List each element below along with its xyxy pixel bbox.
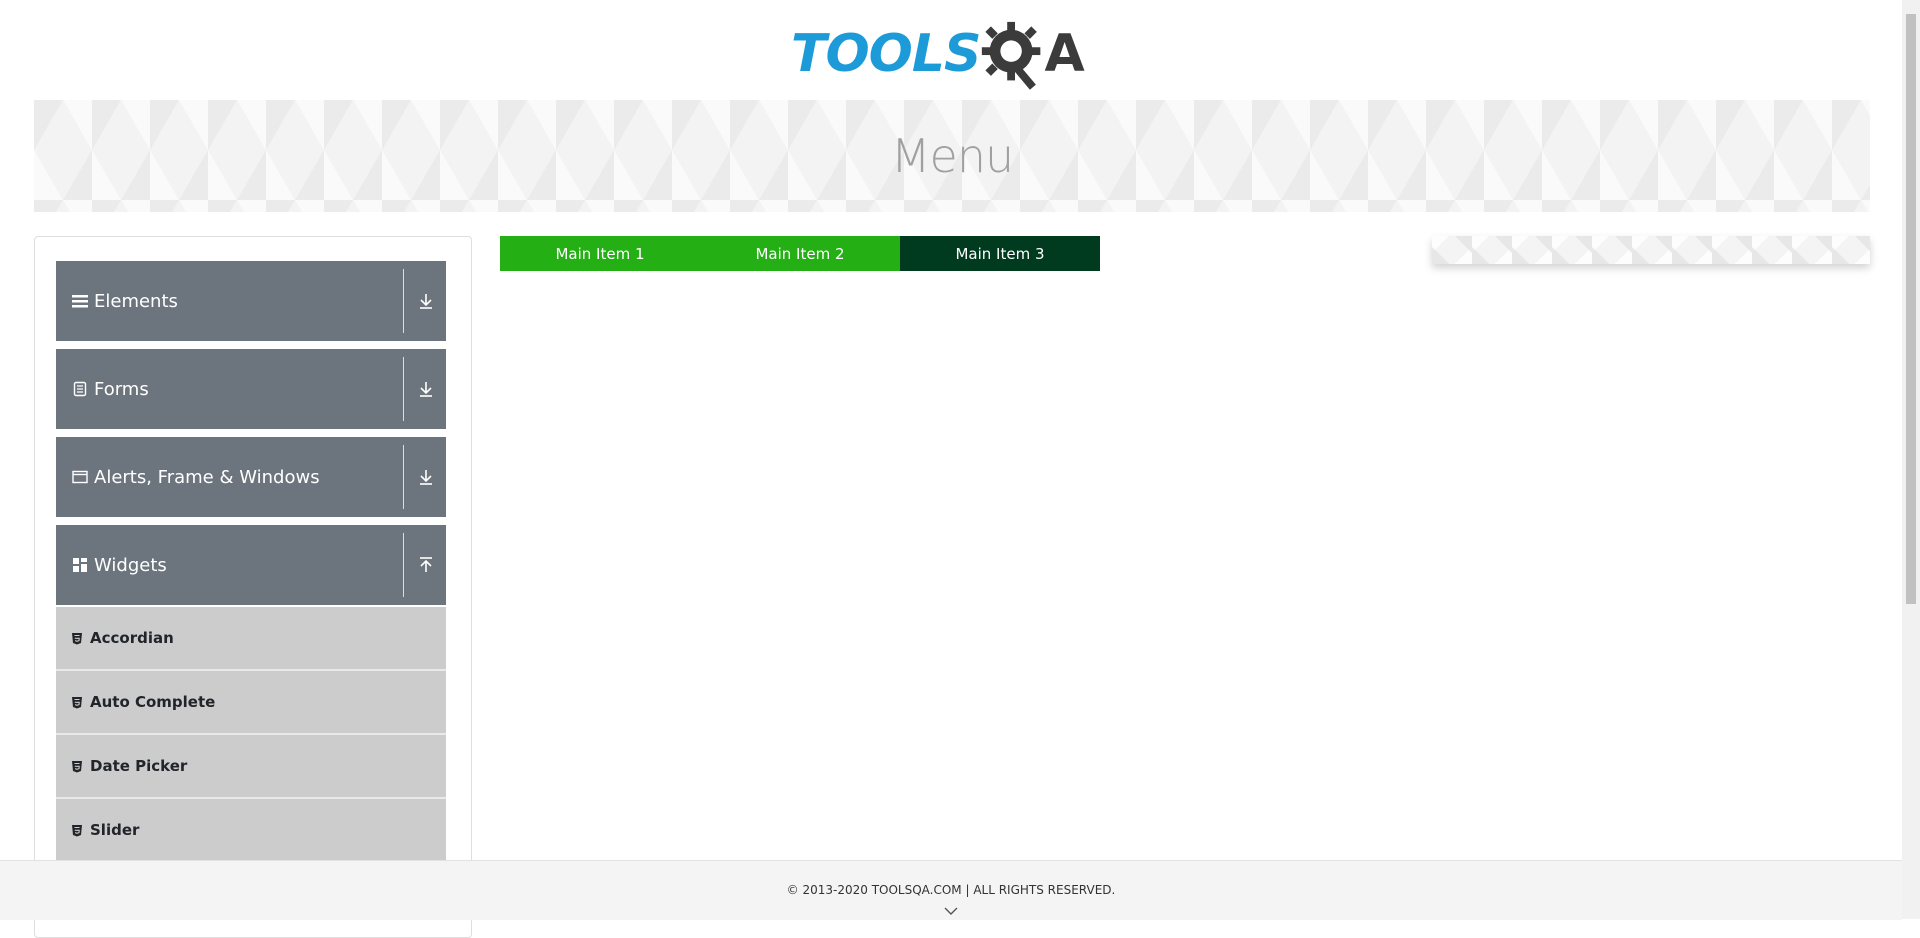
- sidebar-item-slider[interactable]: Slider: [56, 799, 446, 863]
- page-title: Menu: [890, 129, 1014, 183]
- menu-item-main-1[interactable]: Main Item 1: [500, 236, 700, 271]
- sidebar-item-accordian[interactable]: Accordian: [56, 607, 446, 671]
- sidebar-group-label: Widgets: [94, 554, 167, 576]
- footer: © 2013-2020 TOOLSQA.COM | ALL RIGHTS RES…: [0, 860, 1902, 920]
- scrollbar-thumb[interactable]: [1906, 14, 1916, 604]
- menu-item-main-2[interactable]: Main Item 2: [700, 236, 900, 271]
- sidebar-item-label: Date Picker: [90, 757, 188, 775]
- ad-banner: [1432, 236, 1870, 264]
- divider: [403, 533, 404, 597]
- chevron-down-icon[interactable]: [943, 905, 959, 917]
- html5-icon: [70, 823, 84, 837]
- logo-text-secondary: A: [1044, 24, 1085, 84]
- sidebar-group-label: Elements: [94, 290, 178, 312]
- download-arrow-icon[interactable]: [414, 377, 438, 401]
- sidebar-item-label: Accordian: [90, 629, 174, 647]
- divider: [403, 445, 404, 509]
- html5-icon: [70, 695, 84, 709]
- copyright-text: © 2013-2020 TOOLSQA.COM | ALL RIGHTS RES…: [786, 883, 1116, 897]
- sidebar-group-elements[interactable]: Elements: [56, 261, 446, 341]
- menu-item-main-3[interactable]: Main Item 3: [900, 236, 1100, 271]
- sidebar-group-label: Alerts, Frame & Windows: [94, 466, 320, 488]
- sidebar-group-alerts-frame-windows[interactable]: Alerts, Frame & Windows: [56, 437, 446, 517]
- sidebar-item-auto-complete[interactable]: Auto Complete: [56, 671, 446, 735]
- document-icon: [70, 379, 90, 399]
- sidebar: Elements Forms Alerts, Frame & Windows W…: [34, 236, 472, 938]
- sidebar-group-label: Forms: [94, 378, 149, 400]
- logo-text-primary: TOOLS: [791, 24, 981, 84]
- sidebar-group-forms[interactable]: Forms: [56, 349, 446, 429]
- toolsqa-logo[interactable]: TOOLS A: [791, 16, 1115, 92]
- vertical-scrollbar[interactable]: [1902, 0, 1920, 919]
- html5-icon: [70, 759, 84, 773]
- page-banner: Menu: [34, 100, 1870, 212]
- divider: [403, 357, 404, 421]
- main-menu: Main Item 1 Main Item 2 Main Item 3: [500, 236, 1100, 271]
- window-icon: [70, 467, 90, 487]
- grid-icon: [70, 555, 90, 575]
- download-arrow-icon[interactable]: [414, 289, 438, 313]
- sidebar-item-label: Auto Complete: [90, 693, 216, 711]
- divider: [403, 269, 404, 333]
- sidebar-item-label: Slider: [90, 821, 140, 839]
- download-arrow-icon[interactable]: [414, 465, 438, 489]
- sidebar-item-date-picker[interactable]: Date Picker: [56, 735, 446, 799]
- html5-icon: [70, 631, 84, 645]
- page: TOOLS A Menu Elements Forms Alerts, Fram…: [0, 0, 1902, 938]
- hamburger-icon: [70, 291, 90, 311]
- upload-arrow-icon[interactable]: [414, 553, 438, 577]
- gear-magnifier-icon: [982, 21, 1041, 90]
- sidebar-group-widgets[interactable]: Widgets: [56, 525, 446, 605]
